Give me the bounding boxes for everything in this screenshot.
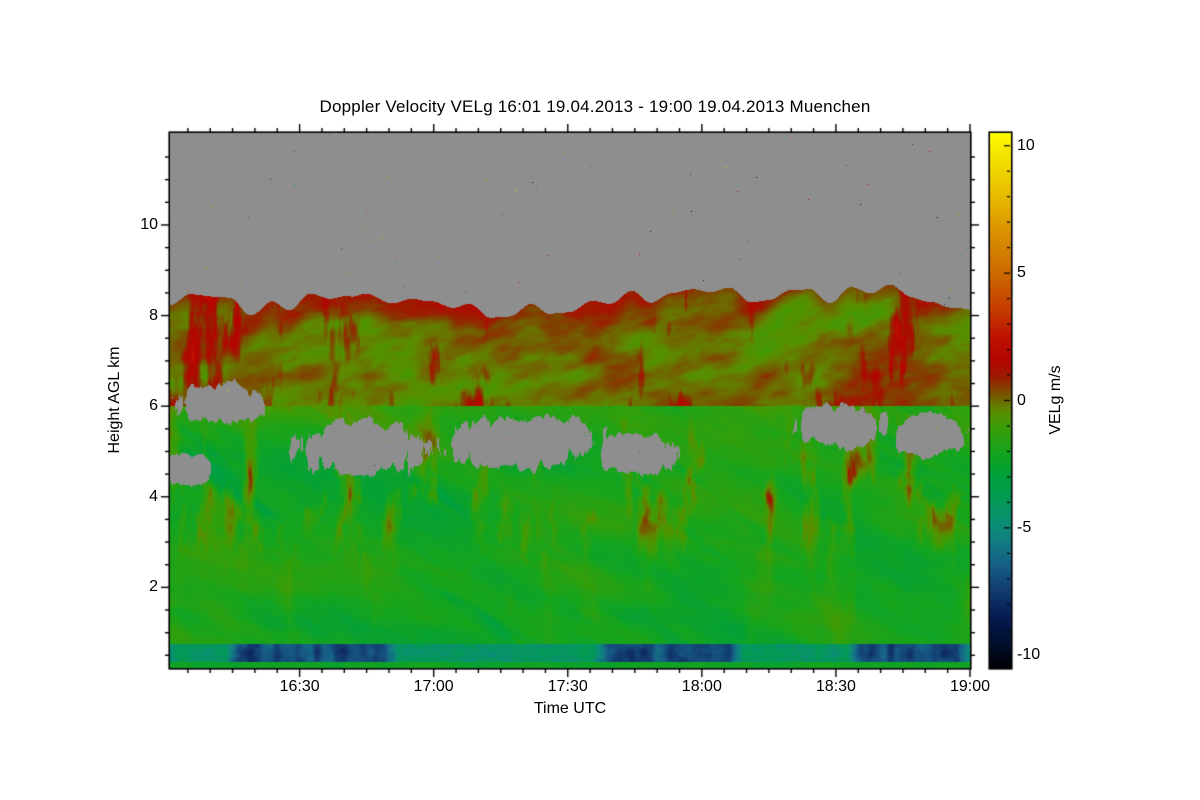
y-tick-label: 4 xyxy=(149,487,158,505)
y-tick-label: 8 xyxy=(149,306,158,324)
y-tick-label: 6 xyxy=(149,397,158,415)
x-tick-label: 18:00 xyxy=(681,678,722,695)
x-tick-label: 17:00 xyxy=(413,678,454,695)
x-axis-label: Time UTC xyxy=(533,700,607,717)
colorbar-tick-label: -10 xyxy=(1017,646,1041,664)
y-tick-label: 2 xyxy=(149,578,158,596)
colorbar-tick-label: 0 xyxy=(1017,391,1026,409)
x-tick-label: 19:00 xyxy=(949,678,991,695)
x-tick-label: 17:30 xyxy=(547,678,588,695)
x-tick-label: 18:30 xyxy=(815,678,856,695)
colorbar-tick-label: 10 xyxy=(1017,136,1035,154)
x-tick-label: 16:30 xyxy=(279,678,320,695)
doppler-velocity-figure: Doppler Velocity VELg 16:01 19.04.2013 -… xyxy=(0,0,1200,800)
chart-title: Doppler Velocity VELg 16:01 19.04.2013 -… xyxy=(319,97,871,116)
colorbar-tick-label: -5 xyxy=(1017,518,1032,536)
y-tick-label: 10 xyxy=(140,215,158,233)
colorbar-tick-label: 5 xyxy=(1017,264,1026,282)
